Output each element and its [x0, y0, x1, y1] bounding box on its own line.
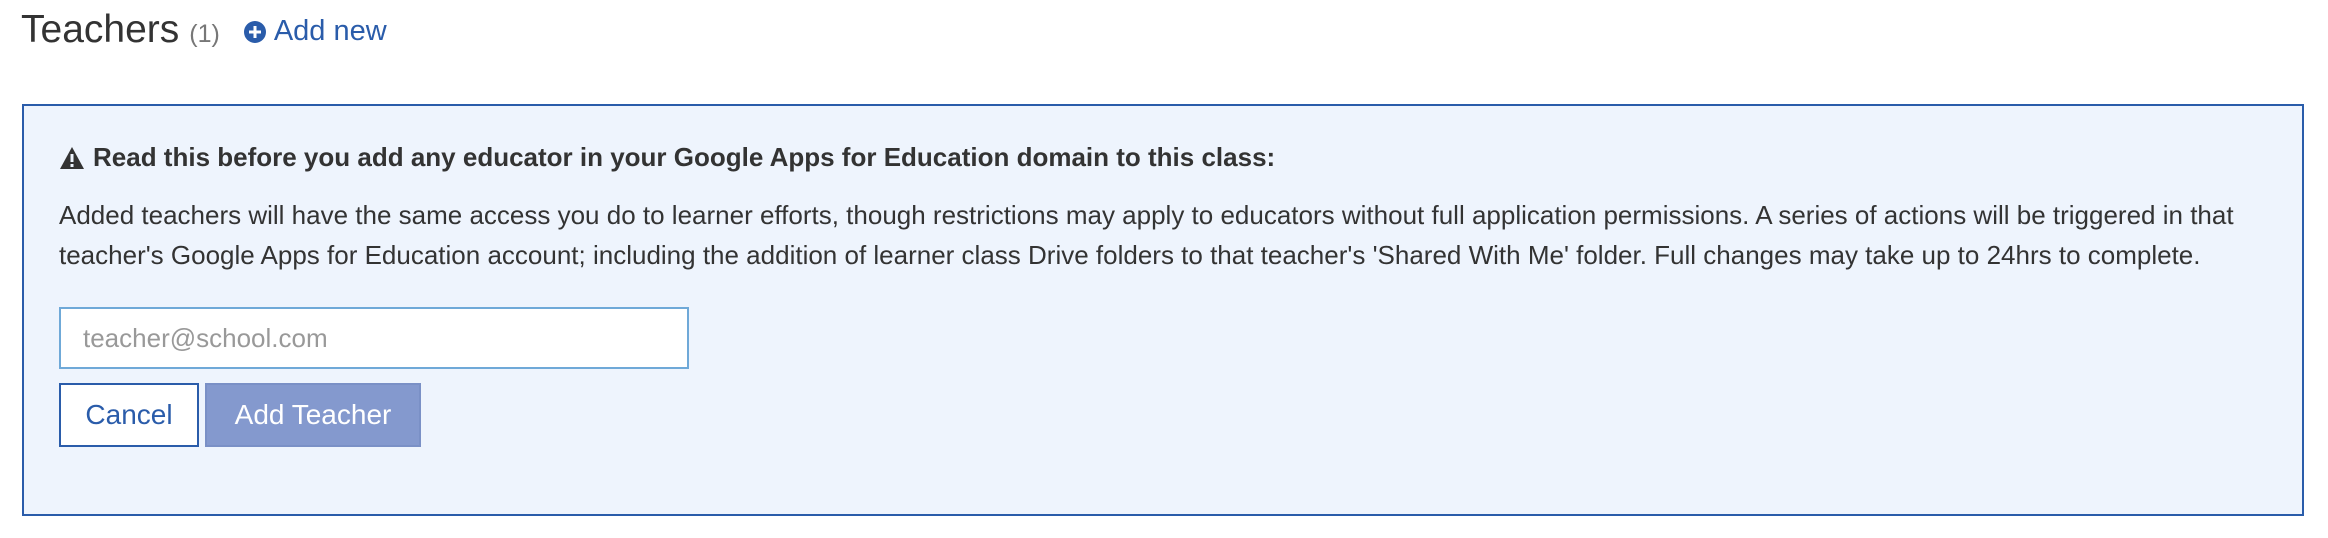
- form-actions: Cancel Add Teacher: [59, 383, 2268, 447]
- add-new-link[interactable]: Add new: [243, 14, 387, 48]
- warning-heading: Read this before you add any educator in…: [59, 142, 2268, 173]
- warning-body: Added teachers will have the same access…: [59, 200, 2234, 270]
- warning-title: Read this before you add any educator in…: [93, 142, 1276, 172]
- teacher-email-input[interactable]: [59, 307, 689, 369]
- teacher-count: (1): [189, 20, 220, 48]
- warning-triangle-icon: [60, 146, 84, 169]
- add-teacher-button[interactable]: Add Teacher: [205, 383, 421, 447]
- teachers-section: Teachers (1) Add new Read this before yo…: [0, 0, 2328, 538]
- add-new-label: Add new: [273, 14, 387, 47]
- add-teacher-panel: Read this before you add any educator in…: [22, 104, 2304, 516]
- teachers-header: Teachers (1) Add new: [21, 8, 387, 52]
- cancel-button[interactable]: Cancel: [59, 383, 199, 447]
- plus-circle-icon: [243, 21, 266, 43]
- section-title: Teachers: [21, 8, 180, 51]
